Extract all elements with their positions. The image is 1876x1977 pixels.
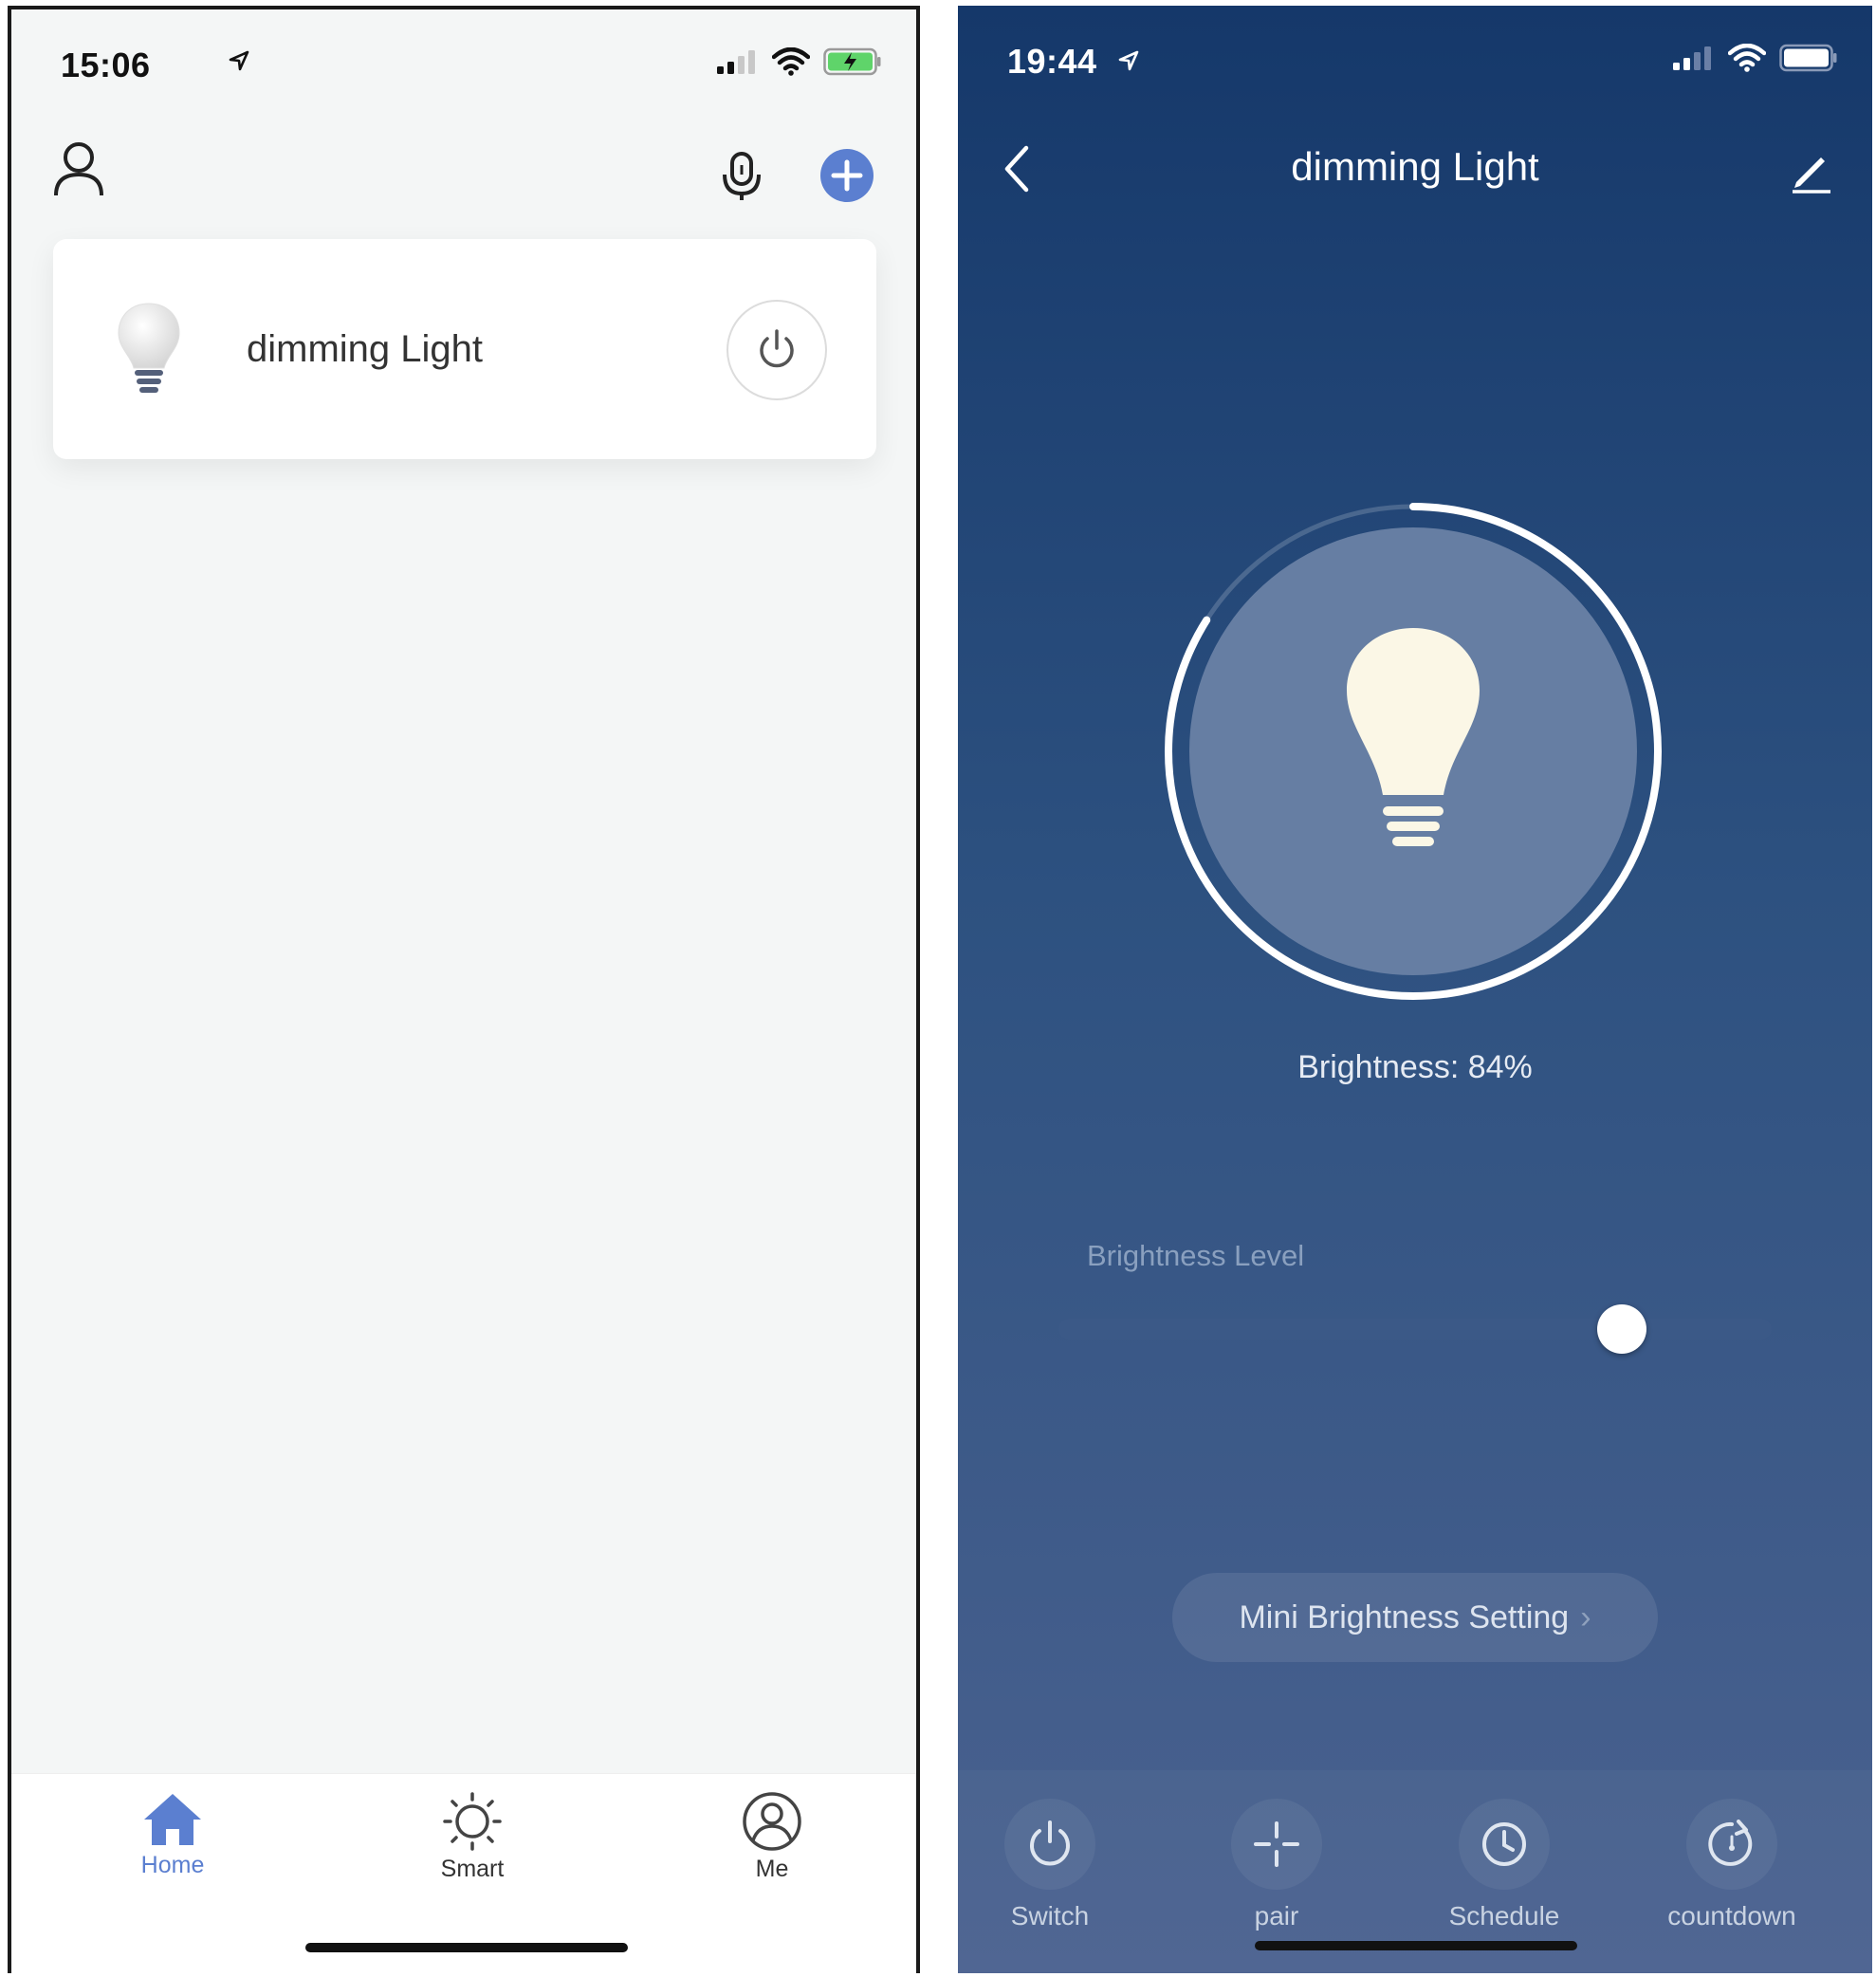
status-icons (1671, 44, 1838, 72)
device-card[interactable]: dimming Light (53, 239, 876, 459)
user-circle-icon (743, 1792, 801, 1851)
brightness-slider[interactable] (1058, 1304, 1772, 1354)
home-icon (144, 1794, 201, 1845)
countdown-label: countdown (1667, 1901, 1796, 1931)
countdown-timer-icon (1708, 1820, 1753, 1866)
power-icon (760, 329, 794, 368)
profile-icon[interactable] (51, 140, 106, 199)
switch-button[interactable]: Switch (960, 1799, 1140, 1931)
schedule-button[interactable]: Schedule (1414, 1799, 1594, 1931)
tab-me-label: Me (755, 1856, 789, 1882)
battery-icon (1779, 44, 1837, 72)
edit-pencil-icon[interactable] (1789, 148, 1834, 194)
home-screen: 15:06 dimming Light Home Smart Me (8, 6, 920, 1973)
mini-brightness-setting-button[interactable]: Mini Brightness Setting › (1172, 1573, 1658, 1662)
brightness-level-label: Brightness Level (1087, 1239, 1305, 1272)
tab-smart[interactable]: Smart (387, 1791, 558, 1883)
location-arrow-icon (1118, 50, 1139, 71)
tab-smart-label: Smart (440, 1856, 505, 1882)
tab-home-label: Home (140, 1852, 205, 1878)
sun-icon (443, 1792, 502, 1851)
page-title: dimming Light (1291, 144, 1539, 189)
clock-icon (1482, 1822, 1526, 1866)
pair-icon-wrapper (1231, 1799, 1322, 1890)
tab-home[interactable]: Home (87, 1791, 258, 1879)
light-bulb-icon (118, 303, 180, 393)
device-detail-screen: 19:44 dimming Light Brightness: 84% Brig… (958, 6, 1872, 1973)
device-name: dimming Light (247, 328, 484, 370)
countdown-button[interactable]: countdown (1642, 1799, 1822, 1931)
brightness-dial[interactable] (1157, 495, 1669, 1007)
status-time: 19:44 (1007, 42, 1097, 81)
brightness-readout: Brightness: 84% (1297, 1049, 1533, 1085)
bottom-tab-bar: Home Smart Me (11, 1773, 916, 1973)
power-icon (1030, 1820, 1070, 1866)
wifi-icon (1728, 44, 1766, 72)
device-action-bar: Switch pair Schedule countdown (958, 1770, 1872, 1973)
schedule-label: Schedule (1448, 1901, 1560, 1931)
pair-button[interactable]: pair (1186, 1799, 1367, 1931)
status-icons (229, 47, 882, 76)
add-device-button[interactable] (819, 148, 874, 203)
location-arrow-icon (229, 50, 249, 71)
status-time: 15:06 (61, 46, 151, 84)
tab-me[interactable]: Me (687, 1791, 857, 1883)
countdown-icon-wrapper (1686, 1799, 1777, 1890)
microphone-icon[interactable] (719, 150, 764, 203)
mini-brightness-label: Mini Brightness Setting (1239, 1598, 1570, 1635)
device-power-button[interactable] (726, 300, 827, 400)
home-indicator (1255, 1941, 1577, 1950)
crosshair-icon (1254, 1821, 1299, 1867)
cellular-signal-icon (1673, 46, 1711, 70)
pair-label: pair (1254, 1901, 1299, 1931)
cellular-signal-icon (717, 50, 755, 74)
home-indicator (305, 1943, 628, 1952)
battery-charging-icon (823, 47, 881, 76)
brightness-slider-handle[interactable] (1597, 1304, 1647, 1354)
schedule-icon-wrapper (1459, 1799, 1550, 1890)
chevron-right-icon: › (1580, 1598, 1591, 1635)
switch-icon-wrapper (1004, 1799, 1095, 1890)
switch-label: Switch (1010, 1901, 1090, 1931)
wifi-icon (772, 47, 810, 76)
